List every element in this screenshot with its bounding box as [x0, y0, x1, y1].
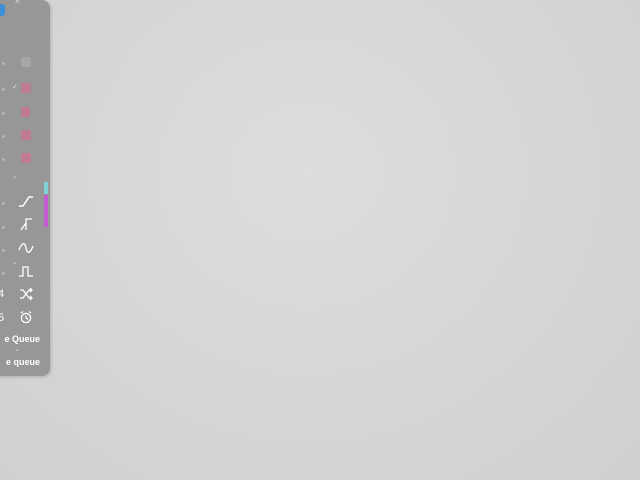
- color-swatch[interactable]: [21, 57, 31, 67]
- row-dot: [2, 88, 5, 91]
- check-icon[interactable]: ✓: [12, 84, 18, 91]
- sidebar-panel: ✕ ✓ ⌄ ⌄ 4 5 e Queue ⌄ e queue: [0, 0, 50, 376]
- row-dot: [2, 62, 5, 65]
- sidebar-tab[interactable]: [0, 4, 5, 16]
- queue-button[interactable]: e queue: [6, 357, 40, 368]
- color-swatch[interactable]: [21, 107, 30, 117]
- row-dot: [2, 249, 5, 252]
- row-dot: [2, 202, 5, 205]
- row-number: 4: [0, 288, 5, 300]
- accent-strip-cyan: [44, 182, 48, 194]
- step-icon[interactable]: [18, 218, 34, 232]
- row-dot: [2, 135, 5, 138]
- queue-button[interactable]: e Queue: [4, 334, 40, 345]
- sine-icon[interactable]: [18, 241, 34, 255]
- close-icon[interactable]: ✕: [14, 0, 28, 7]
- color-swatch[interactable]: [21, 83, 31, 93]
- row-number: 5: [0, 312, 5, 324]
- chevron-down-icon[interactable]: ⌄: [12, 173, 18, 180]
- color-swatch[interactable]: [21, 153, 31, 163]
- chevron-down-icon[interactable]: ⌄: [12, 259, 18, 266]
- row-dot: [2, 272, 5, 275]
- ramp-icon[interactable]: [18, 194, 34, 208]
- row-dot: [2, 112, 5, 115]
- color-swatch[interactable]: [21, 130, 31, 140]
- accent-strip-magenta: [44, 195, 48, 227]
- row-dot: [2, 158, 5, 161]
- shuffle-icon[interactable]: [18, 287, 34, 301]
- chevron-down-icon[interactable]: ⌄: [14, 346, 20, 353]
- alarm-icon[interactable]: [18, 310, 34, 324]
- row-dot: [2, 226, 5, 229]
- main-canvas[interactable]: [50, 0, 640, 480]
- pulse-icon[interactable]: [18, 264, 34, 278]
